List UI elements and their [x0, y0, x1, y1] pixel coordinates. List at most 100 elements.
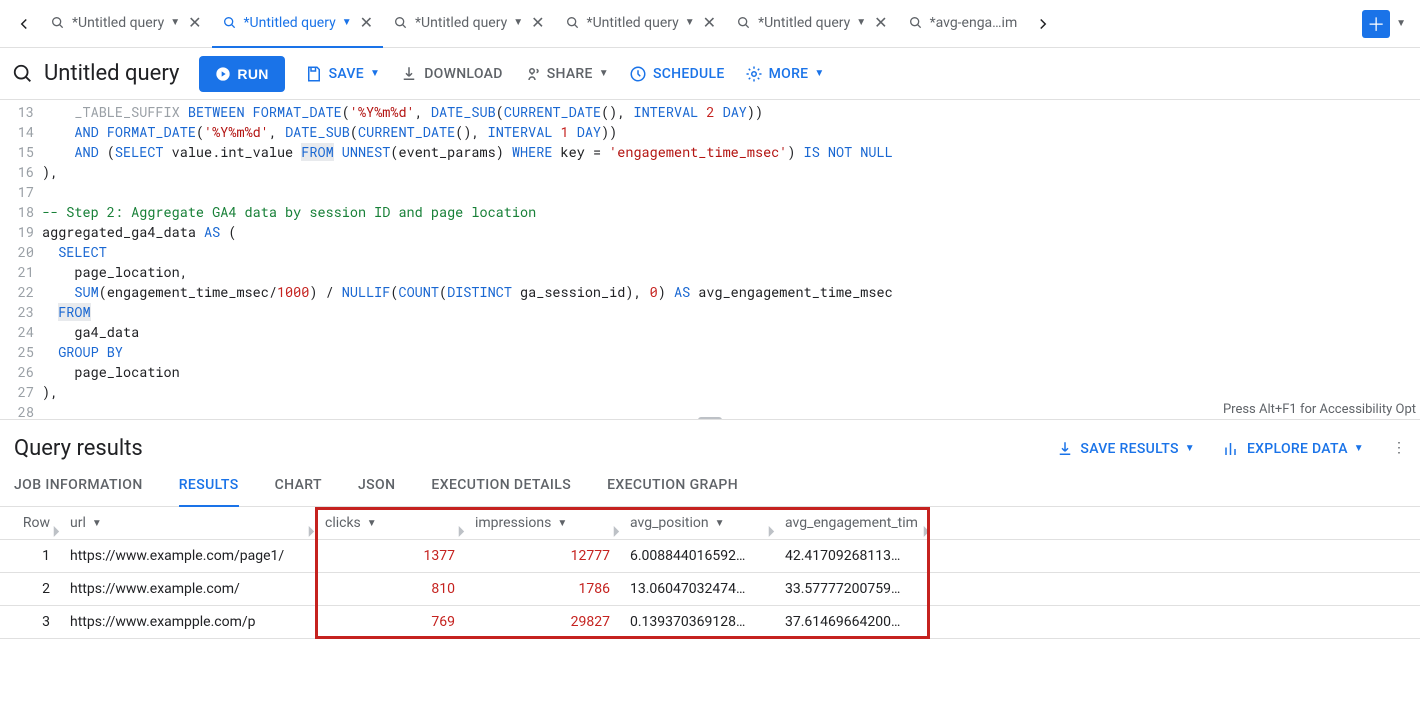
cell-avg-position: 0.139370369128…: [620, 606, 775, 639]
share-button[interactable]: SHARE ▼: [523, 65, 609, 83]
query-toolbar: Untitled query RUN SAVE ▼ DOWNLOAD SHARE…: [0, 48, 1420, 100]
chart-icon: [1223, 440, 1241, 458]
query-tab[interactable]: *Untitled query ▼ ✕: [555, 0, 727, 48]
tabs-scroll-right[interactable]: [1027, 8, 1059, 40]
tab-json[interactable]: JSON: [358, 477, 395, 506]
col-url[interactable]: url▼◢: [60, 507, 315, 540]
more-vert-icon[interactable]: ⋮: [1392, 440, 1406, 458]
query-tab[interactable]: *avg-enga…im: [898, 0, 1028, 48]
page-title: Untitled query: [12, 61, 179, 86]
cell-url: https://www.example.com/: [60, 573, 315, 606]
cell-clicks: 769: [315, 606, 465, 639]
tab-dropdown-icon[interactable]: ▼: [856, 17, 866, 28]
table-row[interactable]: 2https://www.example.com/810178613.06047…: [0, 573, 1420, 606]
gear-icon: [745, 65, 763, 83]
cell-avg-engagement: 42.41709268113…: [775, 540, 930, 573]
col-filler: [930, 507, 1420, 540]
col-avg-position[interactable]: avg_position▼◢: [620, 507, 775, 540]
query-tab[interactable]: *Untitled query ▼ ✕: [383, 0, 555, 48]
tab-job-info[interactable]: JOB INFORMATION: [14, 477, 143, 506]
tab-close-icon[interactable]: ✕: [874, 13, 887, 32]
tab-results[interactable]: RESULTS: [179, 477, 239, 507]
sort-icon: ▼: [715, 518, 725, 529]
share-label: SHARE: [547, 66, 593, 82]
table-row[interactable]: 1https://www.example.com/page1/137712777…: [0, 540, 1420, 573]
tab-label: *Untitled query: [587, 15, 679, 31]
save-button[interactable]: SAVE ▼: [305, 65, 381, 83]
query-icon: [12, 63, 34, 85]
cell-avg-position: 6.008844016592…: [620, 540, 775, 573]
cell-impressions: 29827: [465, 606, 620, 639]
query-icon: [736, 15, 752, 31]
more-label: MORE: [769, 66, 809, 82]
schedule-button[interactable]: SCHEDULE: [629, 65, 725, 83]
tab-strip: *Untitled query ▼ ✕ *Untitled query ▼ ✕ …: [0, 0, 1420, 48]
chevron-left-icon: [15, 15, 33, 33]
save-label: SAVE: [329, 66, 364, 82]
download-label: DOWNLOAD: [424, 66, 503, 82]
tab-close-icon[interactable]: ✕: [703, 13, 716, 32]
cell-row: 1: [0, 540, 60, 573]
tab-label: *avg-enga…im: [930, 15, 1018, 31]
results-table: Row◢ url▼◢ clicks▼◢ impressions▼◢ avg_po…: [0, 507, 1420, 639]
cell-row: 2: [0, 573, 60, 606]
explore-data-button[interactable]: EXPLORE DATA ▼: [1223, 440, 1364, 458]
query-tab[interactable]: *Untitled query ▼ ✕: [40, 0, 212, 48]
query-tab[interactable]: *Untitled query ▼ ✕: [726, 0, 898, 48]
tab-label: *Untitled query: [415, 15, 507, 31]
sql-editor[interactable]: 1314151617181920212223242526272829 _TABL…: [0, 100, 1420, 420]
cell-url: https://www.example.com/page1/: [60, 540, 315, 573]
col-impressions[interactable]: impressions▼◢: [465, 507, 620, 540]
col-clicks[interactable]: clicks▼◢: [315, 507, 465, 540]
results-title: Query results: [14, 436, 143, 461]
tab-dropdown-icon[interactable]: ▼: [685, 17, 695, 28]
line-number-gutter: 1314151617181920212223242526272829: [0, 100, 42, 419]
query-title-text: Untitled query: [44, 61, 179, 86]
cell-avg-engagement: 37.61469664200…: [775, 606, 930, 639]
run-button[interactable]: RUN: [199, 56, 284, 92]
chevron-down-icon: ▼: [814, 68, 824, 79]
tab-dropdown-icon[interactable]: ▼: [513, 17, 523, 28]
cell-clicks: 810: [315, 573, 465, 606]
download-button[interactable]: DOWNLOAD: [400, 65, 503, 83]
tab-label: *Untitled query: [758, 15, 850, 31]
tab-exec-graph[interactable]: EXECUTION GRAPH: [607, 477, 738, 506]
download-icon: [400, 65, 418, 83]
query-icon: [565, 15, 581, 31]
query-icon: [908, 15, 924, 31]
results-table-wrap: Row◢ url▼◢ clicks▼◢ impressions▼◢ avg_po…: [0, 507, 1420, 639]
table-row[interactable]: 3https://www.exampple.com/p769298270.139…: [0, 606, 1420, 639]
sort-icon: ▼: [367, 518, 377, 529]
tab-dropdown-icon[interactable]: ▼: [170, 17, 180, 28]
cell-impressions: 1786: [465, 573, 620, 606]
cell-row: 3: [0, 606, 60, 639]
tab-close-icon[interactable]: ✕: [360, 13, 373, 32]
code-content[interactable]: _TABLE_SUFFIX BETWEEN FORMAT_DATE('%Y%m%…: [42, 100, 1420, 419]
query-icon: [393, 15, 409, 31]
tab-exec-details[interactable]: EXECUTION DETAILS: [431, 477, 571, 506]
tab-chart[interactable]: CHART: [275, 477, 322, 506]
query-tab-active[interactable]: *Untitled query ▼ ✕: [212, 0, 384, 48]
new-tab-button[interactable]: ＋: [1362, 10, 1390, 38]
tabs-scroll-left[interactable]: [8, 8, 40, 40]
panel-resize-handle[interactable]: [698, 417, 722, 420]
sort-icon: ▼: [92, 518, 102, 529]
tab-dropdown-icon[interactable]: ▼: [342, 17, 352, 28]
save-results-button[interactable]: SAVE RESULTS ▼: [1056, 440, 1195, 458]
tab-close-icon[interactable]: ✕: [188, 13, 201, 32]
cell-clicks: 1377: [315, 540, 465, 573]
save-icon: [305, 65, 323, 83]
more-button[interactable]: MORE ▼: [745, 65, 825, 83]
col-avg-engagement[interactable]: avg_engagement_tim◢: [775, 507, 930, 540]
col-row[interactable]: Row◢: [0, 507, 60, 540]
chevron-right-icon: [1034, 15, 1052, 33]
schedule-label: SCHEDULE: [653, 66, 725, 82]
chevron-down-icon: ▼: [1354, 443, 1364, 454]
new-tab-dropdown-icon[interactable]: ▼: [1390, 18, 1412, 29]
download-icon: [1056, 440, 1074, 458]
cell-avg-position: 13.06047032474…: [620, 573, 775, 606]
query-icon: [222, 15, 238, 31]
tab-close-icon[interactable]: ✕: [531, 13, 544, 32]
cell-url: https://www.exampple.com/p: [60, 606, 315, 639]
chevron-down-icon: ▼: [599, 68, 609, 79]
